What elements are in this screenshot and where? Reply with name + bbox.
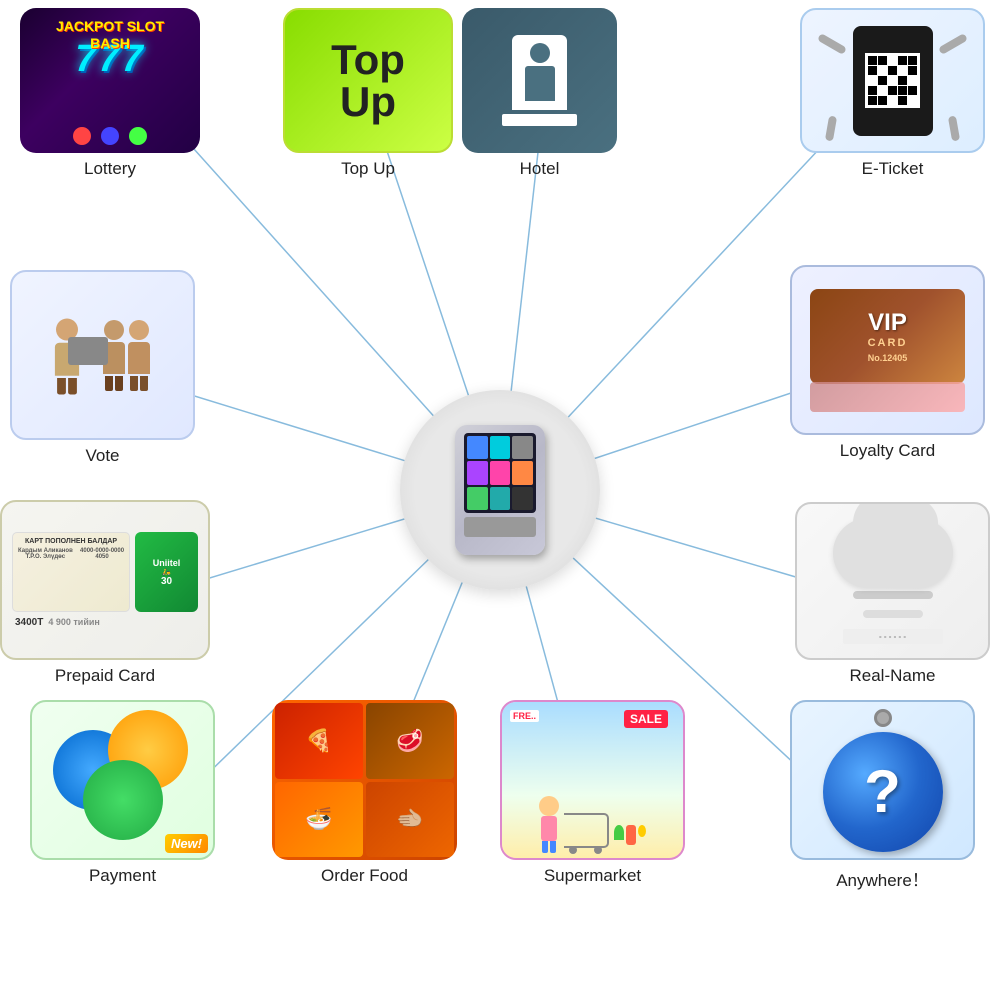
hotel-label: Hotel <box>520 159 560 179</box>
question-mark: ? <box>864 757 901 826</box>
food-collage: 🍕 🥩 🍜 🫲🏼 <box>272 700 457 860</box>
lottery-label: Lottery <box>84 159 136 179</box>
diagram-container: JACKPOT SLOTBASH 777 Lottery TopUp Top U… <box>0 0 1000 1000</box>
anywhere-item[interactable]: ? Anywhere！ <box>790 700 975 891</box>
supermarket-scene: SALE <box>502 702 683 858</box>
vote-item[interactable]: Vote <box>10 270 195 466</box>
new-badge: New! <box>165 834 208 853</box>
realname-image: - - - - - - <box>795 502 990 660</box>
food-item-1: 🍕 <box>275 703 363 779</box>
device-screen <box>464 433 536 513</box>
cloud-shape <box>833 518 953 588</box>
topup-label: Top Up <box>341 159 395 179</box>
payment-item[interactable]: New! Payment <box>30 700 215 886</box>
orderfood-image: 🍕 🥩 🍜 🫲🏼 <box>272 700 457 860</box>
food-item-3: 🍜 <box>275 782 363 858</box>
anywhere-label: Anywhere！ <box>836 866 929 891</box>
device-printer <box>464 517 536 537</box>
vote-figures <box>56 320 150 391</box>
device-body <box>455 425 545 555</box>
realname-item[interactable]: - - - - - - Real-Name <box>795 502 990 686</box>
qr-code <box>865 53 920 108</box>
topup-item[interactable]: TopUp Top Up <box>283 8 453 179</box>
topup-inner-text: TopUp <box>331 39 405 123</box>
pay-circle-green <box>83 760 163 840</box>
prepaid-label: Prepaid Card <box>55 666 155 686</box>
eticket-label: E-Ticket <box>862 159 924 179</box>
eticket-item[interactable]: E-Ticket <box>800 8 985 179</box>
payment-circles <box>53 710 193 850</box>
realname-label: Real-Name <box>850 666 936 686</box>
prepaid-item[interactable]: КАРТ ПОПОЛНЕН БАЛДАР Кардым АликановТ.Р.… <box>0 500 210 686</box>
supermarket-label: Supermarket <box>544 866 641 886</box>
realname-cloud: - - - - - - <box>833 518 953 644</box>
food-item-4: 🫲🏼 <box>366 782 454 858</box>
payment-label: Payment <box>89 866 156 886</box>
food-item-2: 🥩 <box>366 703 454 779</box>
lottery-item[interactable]: JACKPOT SLOTBASH 777 Lottery <box>20 8 200 179</box>
orderfood-label: Order Food <box>321 866 408 886</box>
center-device <box>400 390 600 590</box>
sale-badge: SALE <box>624 710 668 728</box>
orderfood-item[interactable]: 🍕 🥩 🍜 🫲🏼 Order Food <box>272 700 457 886</box>
vip-card: VIP CARD No.12405 <box>810 289 965 384</box>
loyalty-image: VIP CARD No.12405 <box>790 265 985 435</box>
phone-card: Uniitel 🛵 30 <box>135 532 198 612</box>
supermarket-item[interactable]: SALE <box>500 700 685 886</box>
vote-label: Vote <box>85 446 119 466</box>
hotel-item[interactable]: Hotel <box>462 8 617 179</box>
supermarket-image: SALE <box>500 700 685 860</box>
payment-image: New! <box>30 700 215 860</box>
eticket-image <box>800 8 985 153</box>
anywhere-image: ? <box>790 700 975 860</box>
vip-label: VIP <box>824 309 951 337</box>
vip-number: No.12405 <box>824 353 951 363</box>
question-ball: ? <box>823 732 943 852</box>
prepaid-image: КАРТ ПОПОЛНЕН БАЛДАР Кардым АликановТ.Р.… <box>0 500 210 660</box>
loyalty-label: Loyalty Card <box>840 441 935 461</box>
topup-image: TopUp <box>283 8 453 153</box>
lottery-title: JACKPOT SLOTBASH <box>20 18 200 52</box>
vote-image <box>10 270 195 440</box>
loyalty-item[interactable]: VIP CARD No.12405 Loyalty Card <box>790 265 985 461</box>
hotel-image <box>462 8 617 153</box>
qr-phone <box>853 26 933 136</box>
vip-sublabel: CARD <box>824 337 951 349</box>
lottery-image: JACKPOT SLOTBASH 777 <box>20 8 200 153</box>
